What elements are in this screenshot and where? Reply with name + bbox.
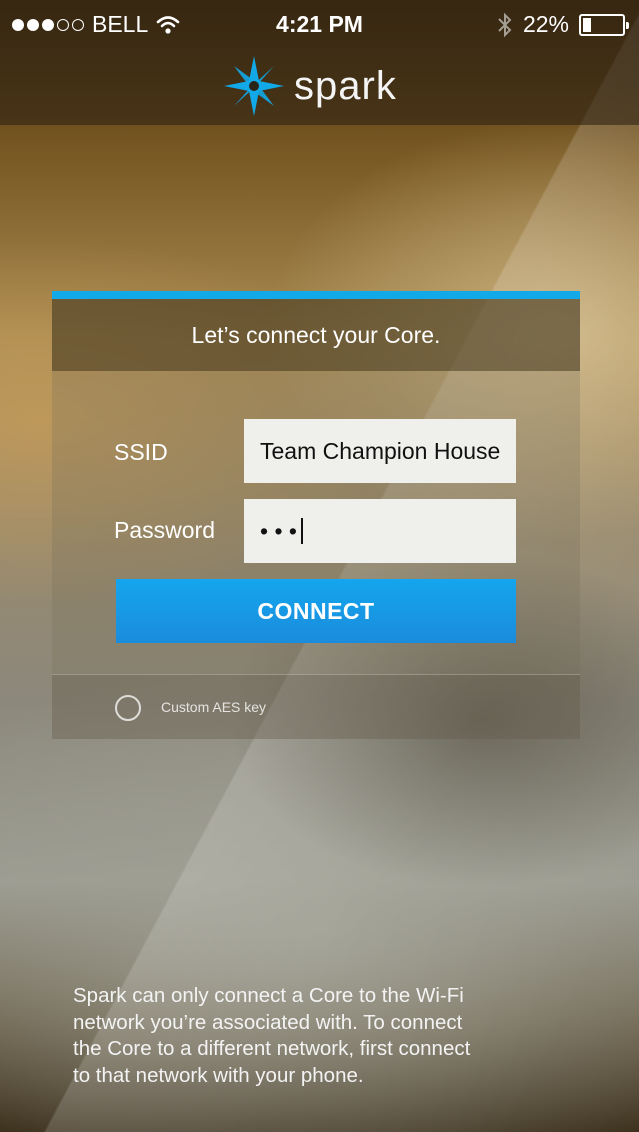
footnote-line: the Core to a different network, first c… [73, 1037, 471, 1060]
aes-key-radio[interactable] [115, 695, 141, 721]
password-input[interactable]: • • • [244, 499, 516, 563]
status-right: 22% [497, 11, 629, 38]
password-value: • • • [260, 517, 297, 544]
ssid-value: Team Champion House [260, 437, 501, 464]
card-footer: Custom AES key [52, 674, 580, 739]
connect-button[interactable]: CONNECT [116, 579, 516, 643]
ssid-input[interactable]: Team Champion House [244, 419, 516, 483]
aes-key-label[interactable]: Custom AES key [161, 699, 266, 715]
card-form: SSID Team Champion House Password • • • … [52, 371, 580, 674]
top-bar: BELL 4:21 PM 22% spark [0, 0, 639, 125]
text-caret [300, 518, 303, 544]
logo-text: spark [294, 63, 397, 108]
password-label: Password [114, 517, 215, 543]
battery-icon [579, 13, 629, 36]
footnote-text: Spark can only connect a Core to the Wi-… [73, 983, 593, 1089]
battery-percent: 22% [522, 11, 569, 37]
ssid-label: SSID [114, 439, 168, 465]
spark-star-icon [224, 56, 284, 116]
card-accent-bar [52, 291, 580, 299]
connect-card: Let’s connect your Core. SSID Team Champ… [52, 291, 580, 739]
card-title: Let’s connect your Core. [52, 299, 580, 371]
battery-fill [583, 17, 592, 32]
footnote-line: to that network with your phone. [73, 1063, 364, 1087]
spark-logo: spark [222, 54, 397, 118]
bluetooth-icon [498, 12, 512, 37]
status-bar: BELL 4:21 PM 22% [0, 0, 639, 50]
footnote-line: network you’re associated with. To conne… [73, 1010, 463, 1034]
footnote-line: Spark can only connect a Core to the Wi-… [73, 984, 464, 1007]
